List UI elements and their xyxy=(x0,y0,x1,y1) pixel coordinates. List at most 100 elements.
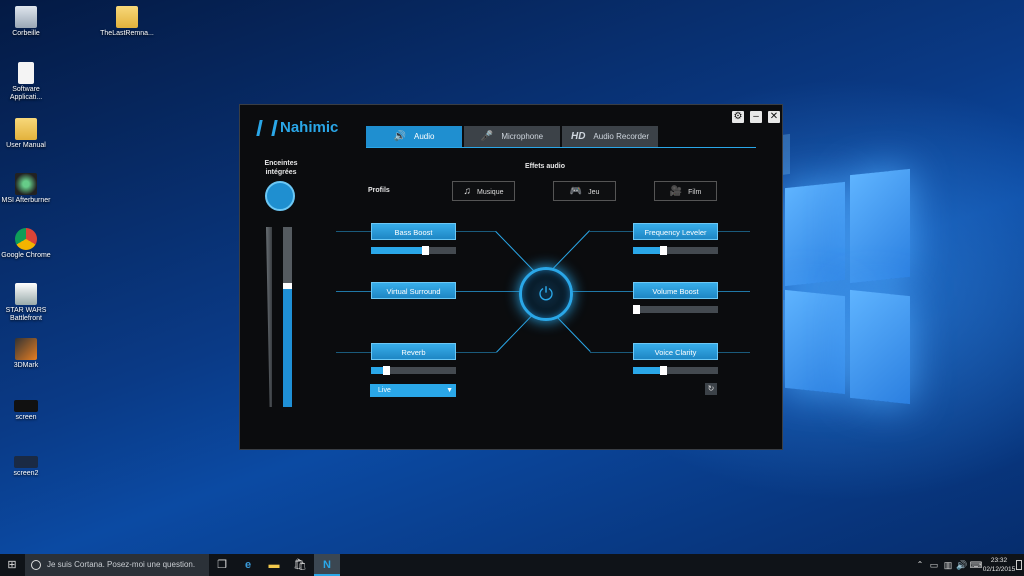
virtual-surround-button[interactable]: Virtual Surround xyxy=(371,282,456,299)
tab-microphone[interactable]: 🎤 Microphone xyxy=(464,126,560,147)
reverb-preset-value: Live xyxy=(378,387,391,394)
profile-label: Jeu xyxy=(588,189,600,196)
music-note-icon: ♫ xyxy=(463,186,472,197)
effects-heading: Effets audio xyxy=(524,163,566,170)
folder-icon xyxy=(116,6,138,28)
reverb-slider[interactable] xyxy=(371,366,456,375)
image-thumbnail-icon xyxy=(14,456,38,468)
reverb-button[interactable]: Reverb xyxy=(371,343,456,360)
voice-clarity-slider[interactable] xyxy=(633,366,718,375)
settings-wrench-icon[interactable]: ⚙ xyxy=(732,111,744,123)
slider-knob[interactable] xyxy=(382,366,390,375)
clock[interactable]: 23:32 02/12/2015 xyxy=(982,556,1016,574)
frequency-leveler-slider[interactable] xyxy=(633,246,718,255)
desktop-icon-star-wars[interactable]: STAR WARS Battlefront xyxy=(0,283,56,323)
volume-fill xyxy=(283,286,292,407)
gamepad-icon: 🎮 xyxy=(569,186,583,197)
slider-knob[interactable] xyxy=(633,305,640,314)
slider-knob[interactable] xyxy=(421,246,429,255)
tab-label: Microphone xyxy=(501,132,544,141)
start-windows-icon[interactable]: ⊞ xyxy=(4,557,20,573)
reverb-preset-select[interactable]: Live ▼ xyxy=(370,384,456,397)
desktop-icon-label: screen2 xyxy=(13,470,39,477)
desktop-icon-msi-afterburner[interactable]: MSI Afterburner xyxy=(0,173,56,205)
slider-fill xyxy=(633,367,663,374)
tab-label: Audio Recorder xyxy=(593,132,650,141)
profile-label: Film xyxy=(688,189,702,196)
volume-boost-button[interactable]: Volume Boost xyxy=(633,282,718,299)
cortana-search-box[interactable]: Je suis Cortana. Posez-moi une question. xyxy=(25,554,209,576)
profile-music-button[interactable]: ♫ Musique xyxy=(452,181,515,201)
clock-date: 02/12/2015 xyxy=(982,566,1016,573)
microphone-icon: 🎤 xyxy=(480,131,494,142)
minimize-button[interactable]: – xyxy=(750,111,762,123)
image-thumbnail-icon xyxy=(14,400,38,412)
power-icon: ⏻ xyxy=(538,283,554,304)
tab-label: Audio xyxy=(413,132,435,141)
desktop-icon-screen2[interactable]: screen2 xyxy=(0,456,56,478)
nahimic-window: Nahimic ⚙ – ✕ 🔊 Audio 🎤 Microphone HD Audio… xyxy=(239,104,783,450)
chrome-icon xyxy=(15,228,37,250)
app-title: Nahimic xyxy=(280,119,339,136)
desktop-icon-label: Software Applicati... xyxy=(9,86,43,101)
desktop-icon-label: MSI Afterburner xyxy=(1,197,51,204)
desktop-icon-chrome[interactable]: Google Chrome xyxy=(0,228,56,260)
desktop-icon-software[interactable]: Software Applicati... xyxy=(0,62,56,102)
profile-film-button[interactable]: 🎥 Film xyxy=(654,181,717,201)
voice-clarity-button[interactable]: Voice Clarity xyxy=(633,343,718,360)
cortana-circle-icon xyxy=(31,560,41,570)
desktop-icon-label: TheLastRemna... xyxy=(100,30,154,37)
clock-time: 23:32 xyxy=(990,557,1008,564)
slider-fill xyxy=(371,247,427,254)
tab-underline xyxy=(366,147,756,148)
task-view-icon[interactable]: ❐ xyxy=(214,557,230,573)
folder-icon xyxy=(15,118,37,140)
app-logo: Nahimic xyxy=(256,119,339,136)
power-button[interactable]: ⏻ xyxy=(519,267,573,321)
tab-audio[interactable]: 🔊 Audio xyxy=(366,126,462,147)
volume-slider[interactable] xyxy=(283,227,292,407)
volume-boost-slider[interactable] xyxy=(633,305,718,314)
desktop-icon-screen[interactable]: screen xyxy=(0,400,56,422)
slider-knob[interactable] xyxy=(660,246,668,255)
nahimic-taskbar-icon[interactable]: N xyxy=(314,554,340,576)
taskbar: ⊞ Je suis Cortana. Posez-moi une questio… xyxy=(0,554,1024,576)
desktop-icon-3dmark[interactable]: 3DMark xyxy=(0,338,56,370)
document-icon xyxy=(18,62,34,84)
desktop-icon-recycle-bin[interactable]: Corbeille xyxy=(0,6,56,38)
cortana-placeholder: Je suis Cortana. Posez-moi une question. xyxy=(47,560,196,569)
profile-game-button[interactable]: 🎮 Jeu xyxy=(553,181,616,201)
desktop-icon-folder[interactable]: TheLastRemna... xyxy=(97,6,157,38)
game-icon xyxy=(15,283,37,305)
recycle-bin-icon xyxy=(15,6,37,28)
desktop-icon-label: Google Chrome xyxy=(1,252,51,259)
slider-knob[interactable] xyxy=(660,366,668,375)
file-explorer-icon[interactable]: ▬ xyxy=(266,557,282,573)
bass-boost-button[interactable]: Bass Boost xyxy=(371,223,456,240)
hd-icon: HD xyxy=(570,131,586,142)
desktop-icon-label: User Manual xyxy=(6,142,46,149)
bass-boost-slider[interactable] xyxy=(371,246,456,255)
notifications-icon[interactable] xyxy=(1016,560,1022,570)
volume-ramp xyxy=(266,227,272,407)
tab-audio-recorder[interactable]: HD Audio Recorder xyxy=(562,126,658,147)
camera-icon: 🎥 xyxy=(669,186,683,197)
speaker-device-icon[interactable] xyxy=(265,181,295,211)
desktop-icon-label: screen xyxy=(15,414,37,421)
profiles-label: Profils xyxy=(368,187,390,194)
nahimic-logo-icon xyxy=(256,119,278,136)
desktop-icon-label: Corbeille xyxy=(12,30,40,37)
edge-icon[interactable]: e xyxy=(240,557,256,573)
speaker-icon: 🔊 xyxy=(393,131,406,142)
close-button[interactable]: ✕ xyxy=(768,111,780,123)
reset-icon[interactable]: ↻ xyxy=(705,383,717,395)
desktop-icon-label: 3DMark xyxy=(13,362,39,369)
device-label: Enceintes intégrées xyxy=(264,160,298,176)
frequency-leveler-button[interactable]: Frequency Leveler xyxy=(633,223,718,240)
desktop-icon-label: STAR WARS Battlefront xyxy=(5,307,47,322)
profile-label: Musique xyxy=(477,189,504,196)
volume-knob[interactable] xyxy=(283,283,292,290)
store-icon[interactable]: 🛍 xyxy=(292,557,308,573)
afterburner-icon xyxy=(15,173,37,195)
desktop-icon-user-manual[interactable]: User Manual xyxy=(0,118,56,150)
